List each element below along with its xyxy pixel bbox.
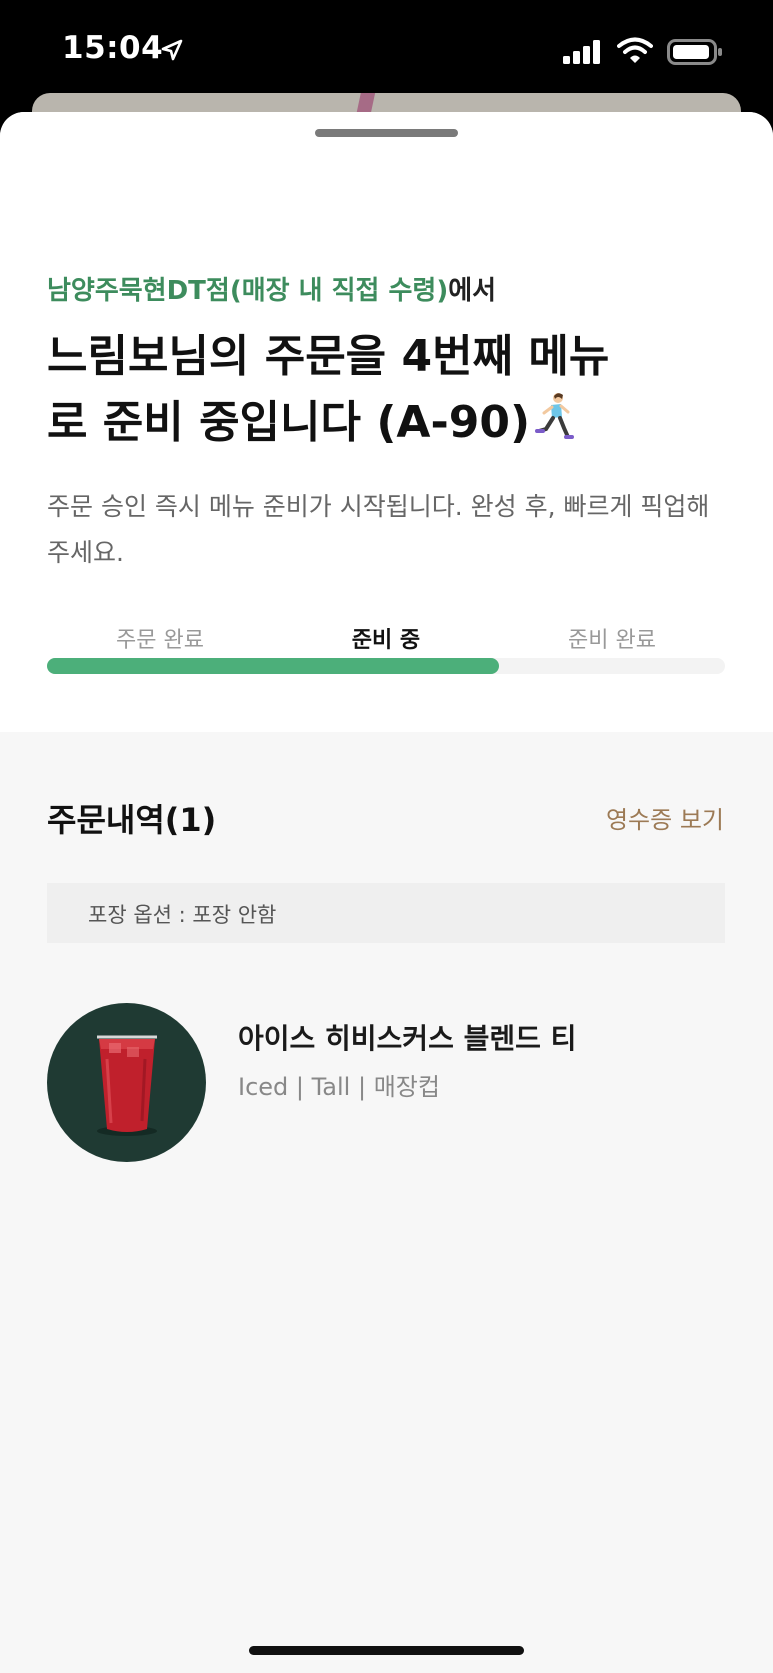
order-progress-bar: [47, 658, 725, 674]
status-time: 15:04: [62, 30, 164, 66]
cellular-signal-icon: [563, 40, 600, 64]
item-name: 아이스 히비스커스 블렌드 티: [238, 1022, 577, 1055]
headline-line1: 느림보님의 주문을 4번째 메뉴: [47, 331, 610, 382]
running-woman-icon: [535, 393, 575, 439]
packaging-option-text: 포장 옵션 : 포장 안함: [88, 903, 277, 927]
order-description: 주문 승인 즉시 메뉴 준비가 시작됩니다. 완성 후, 빠르게 픽업해 주세요…: [47, 492, 710, 567]
store-name: 남양주묵현DT점(매장 내 직접 수령): [47, 276, 449, 306]
store-line: 남양주묵현DT점(매장 내 직접 수령)에서: [47, 270, 496, 307]
order-headline: 느림보님의 주문을 4번째 메뉴 로 준비 중입니다 (A-90): [47, 324, 737, 456]
order-status-sheet: 남양주묵현DT점(매장 내 직접 수령)에서 느림보님의 주문을 4번째 메뉴 …: [0, 112, 773, 1673]
item-thumbnail: [47, 1003, 206, 1162]
status-bar: 15:04: [0, 0, 773, 100]
location-arrow-icon: [161, 39, 183, 61]
sheet-grabber-handle[interactable]: [315, 129, 458, 137]
item-options: Iced | Tall | 매장컵: [238, 1073, 440, 1101]
battery-icon: [667, 39, 722, 65]
step-order-complete: 주문 완료: [116, 628, 204, 653]
headline-line2: 로 준비 중입니다 (A-90): [47, 397, 531, 448]
wifi-icon: [617, 37, 653, 63]
order-status-card: 남양주묵현DT점(매장 내 직접 수령)에서 느림보님의 주문을 4번째 메뉴 …: [0, 112, 773, 732]
step-ready: 준비 완료: [568, 628, 656, 653]
order-progress-fill: [47, 658, 500, 674]
packaging-option-box: 포장 옵션 : 포장 안함: [47, 883, 725, 943]
home-indicator[interactable]: [249, 1646, 524, 1655]
order-details-title: 주문내역(1): [47, 801, 217, 839]
store-suffix: 에서: [448, 276, 497, 306]
step-preparing: 준비 중: [351, 628, 421, 653]
iced-drink-image: [97, 1035, 157, 1136]
view-receipt-link[interactable]: 영수증 보기: [606, 800, 724, 835]
